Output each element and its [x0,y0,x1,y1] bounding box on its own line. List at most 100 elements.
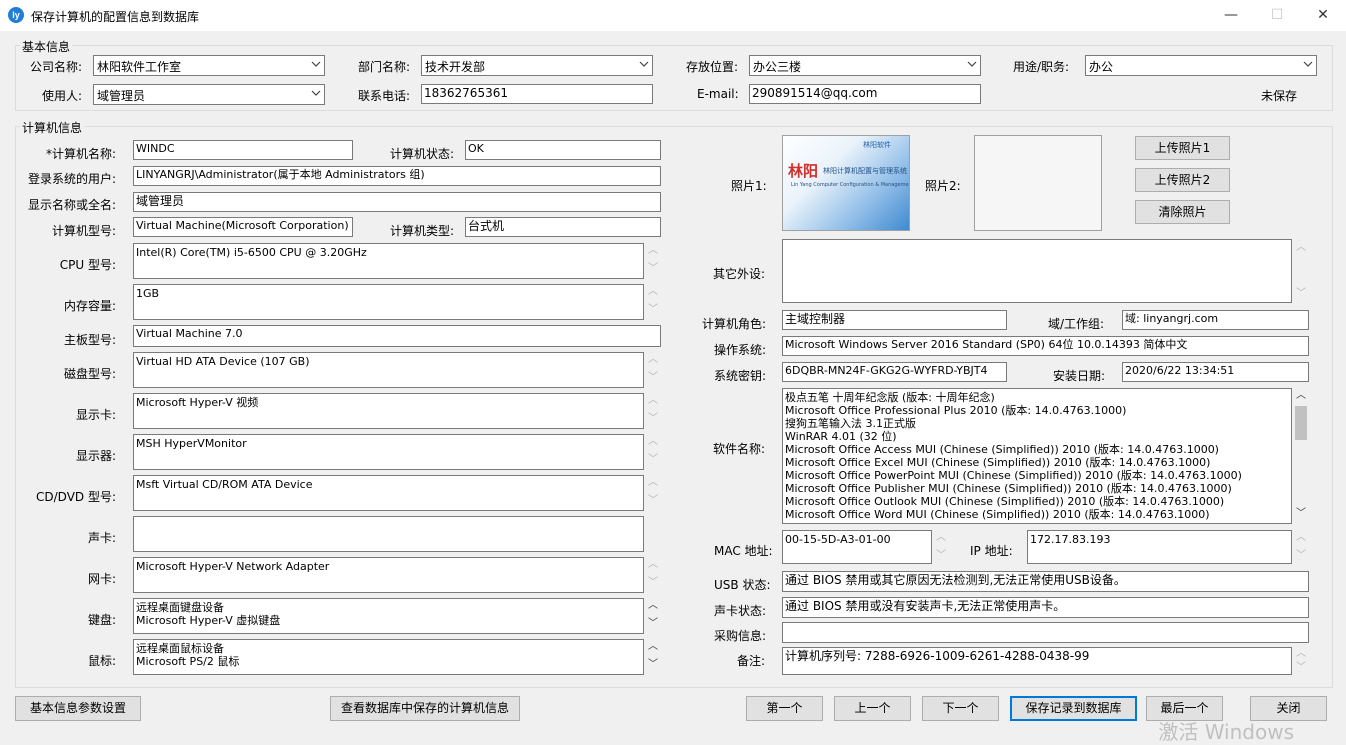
usb-status-input[interactable]: 通过 BIOS 禁用或其它原因无法检测到,无法正常使用USB设备。 [782,571,1309,592]
software-list[interactable]: 极点五笔 十周年纪念版 (版本: 十周年纪念) Microsoft Office… [782,388,1292,524]
role-label: 计算机角色: [702,317,767,331]
next-record-button[interactable]: 下一个 [922,696,999,721]
nic-textarea[interactable]: Microsoft Hyper-V Network Adapter [133,557,644,593]
software-item: Microsoft Office Access MUI (Chinese (Si… [785,443,1219,456]
mouse-textarea[interactable]: 远程桌面鼠标设备 Microsoft PS/2 鼠标 [133,639,644,675]
scroll-up-icon[interactable]: ︿ [647,436,659,448]
phone-label: 联系电话: [358,89,411,103]
scroll-down-icon[interactable]: ﹀ [1295,288,1307,300]
computer-type-input[interactable]: 台式机 [465,217,661,237]
scroll-down-icon[interactable]: ﹀ [647,618,659,630]
note-textarea[interactable]: 计算机序列号: 7288-6926-1009-6261-4288-0438-99 [782,647,1292,675]
scroll-down-icon[interactable]: ﹀ [1295,550,1307,562]
cpu-textarea[interactable]: Intel(R) Core(TM) i5-6500 CPU @ 3.20GHz [133,243,644,279]
scroll-up-icon[interactable]: ︿ [647,600,659,612]
user-select[interactable]: 域管理员 [93,84,325,105]
login-user-input[interactable]: LINYANGRJ\Administrator(属于本地 Administrat… [133,166,661,186]
chevron-down-icon [639,61,649,67]
scroll-up-icon[interactable]: ︿ [647,641,659,653]
scroll-up-icon[interactable]: ︿ [1295,242,1307,254]
photo2-image[interactable] [974,135,1102,231]
scroll-up-icon[interactable]: ︿ [647,245,659,257]
monitor-textarea[interactable]: MSH HyperVMonitor [133,434,644,470]
other-peripherals-textarea[interactable] [782,239,1292,303]
cdrom-textarea[interactable]: Msft Virtual CD/ROM ATA Device [133,475,644,511]
upload-photo2-button[interactable]: 上传照片2 [1135,168,1230,192]
scroll-down-icon[interactable]: ﹀ [647,372,659,384]
sound-textarea[interactable] [133,516,644,552]
ip-textarea[interactable]: 172.17.83.193 [1027,530,1292,564]
software-item: Microsoft Office Professional Plus 2010 … [785,404,1127,417]
prev-record-button[interactable]: 上一个 [834,696,911,721]
mouse-label: 鼠标: [87,654,116,668]
save-to-database-button[interactable]: 保存记录到数据库 [1010,696,1137,721]
dept-select[interactable]: 技术开发部 [421,55,653,76]
software-scrollbar[interactable]: ︿ ﹀ [1293,388,1309,524]
scroll-down-icon[interactable]: ﹀ [647,659,659,671]
scroll-up-icon[interactable]: ︿ [1295,532,1307,544]
user-label: 使用人: [42,89,83,103]
mac-textarea[interactable]: 00-15-5D-A3-01-00 [782,530,932,564]
company-select-value: 林阳软件工作室 [97,60,182,74]
software-item: Microsoft Office Outlook MUI (Chinese (S… [785,495,1225,508]
scroll-up-icon[interactable]: ︿ [647,395,659,407]
scroll-down-icon[interactable]: ﹀ [935,550,947,562]
role-input[interactable]: 主域控制器 [782,310,1007,330]
memory-textarea[interactable]: 1GB [133,284,644,320]
scroll-down-icon[interactable]: ﹀ [647,495,659,507]
sound-status-input[interactable]: 通过 BIOS 禁用或没有安装声卡,无法正常使用声卡。 [782,597,1309,618]
disk-textarea[interactable]: Virtual HD ATA Device (107 GB) [133,352,644,388]
chevron-down-icon [967,61,977,67]
upload-photo1-button[interactable]: 上传照片1 [1135,136,1230,160]
scroll-down-icon[interactable]: ﹀ [647,577,659,589]
user-select-value: 域管理员 [97,89,146,103]
software-item: Microsoft Office PowerPoint MUI (Chinese… [785,469,1242,482]
keyboard-textarea[interactable]: 远程桌面键盘设备 Microsoft Hyper-V 虚拟键盘 [133,598,644,634]
scroll-down-icon[interactable]: ﹀ [647,263,659,275]
computer-name-input[interactable]: WINDC [133,140,353,160]
minimize-button[interactable]: — [1208,0,1254,31]
scrollbar-thumb[interactable] [1295,406,1307,440]
scroll-down-icon[interactable]: ﹀ [647,454,659,466]
usage-select[interactable]: 办公 [1085,55,1317,76]
first-record-button[interactable]: 第一个 [746,696,823,721]
board-input[interactable]: Virtual Machine 7.0 [133,325,661,347]
computer-status-input[interactable]: OK [465,140,661,160]
scroll-down-icon[interactable]: ﹀ [647,413,659,425]
clear-photo-button[interactable]: 清除照片 [1135,200,1230,224]
purchase-input[interactable] [782,622,1309,643]
scroll-down-icon[interactable]: ﹀ [647,304,659,316]
domain-input[interactable]: 域: linyangrj.com [1122,310,1309,330]
model-input[interactable]: Virtual Machine(Microsoft Corporation) [133,217,353,237]
cdrom-label: CD/DVD 型号: [36,490,116,504]
close-window-button[interactable]: ✕ [1300,0,1346,31]
scroll-up-icon[interactable]: ︿ [647,354,659,366]
location-label: 存放位置: [686,60,739,74]
gpu-textarea[interactable]: Microsoft Hyper-V 视频 [133,393,644,429]
software-item: Microsoft Office Excel MUI (Chinese (Sim… [785,456,1211,469]
scroll-up-icon[interactable]: ︿ [647,286,659,298]
scroll-up-icon[interactable]: ︿ [935,532,947,544]
location-select[interactable]: 办公三楼 [749,55,981,76]
scroll-down-icon[interactable]: ﹀ [1295,662,1307,674]
software-item: WinRAR 4.01 (32 位) [785,430,897,443]
sound-status-label: 声卡状态: [714,604,767,618]
email-input[interactable]: 290891514@qq.com [749,84,981,104]
scroll-down-icon[interactable]: ﹀ [1295,508,1307,520]
scroll-up-icon[interactable]: ︿ [647,477,659,489]
company-select[interactable]: 林阳软件工作室 [93,55,325,76]
product-key-input[interactable]: 6DQBR-MN24F-GKG2G-WYFRD-YBJT4 [782,362,1007,382]
photo1-image[interactable]: 林阳软件 林阳 林阳计算机配置与管理系统 9.3 Lin Yang Comput… [782,135,910,231]
scroll-up-icon[interactable]: ︿ [1295,648,1307,660]
cpu-label: CPU 型号: [59,258,116,272]
product-key-label: 系统密钥: [714,369,767,383]
phone-input[interactable]: 18362765361 [421,84,653,104]
view-database-button[interactable]: 查看数据库中保存的计算机信息 [330,696,520,721]
display-name-input[interactable]: 域管理员 [133,192,661,212]
install-date-input[interactable]: 2020/6/22 13:34:51 [1122,362,1309,382]
scroll-up-icon[interactable]: ︿ [647,559,659,571]
basic-settings-button[interactable]: 基本信息参数设置 [15,696,141,721]
os-input[interactable]: Microsoft Windows Server 2016 Standard (… [782,336,1309,356]
scroll-up-icon[interactable]: ︿ [1295,390,1307,402]
basic-info-group-label: 基本信息 [20,38,73,55]
